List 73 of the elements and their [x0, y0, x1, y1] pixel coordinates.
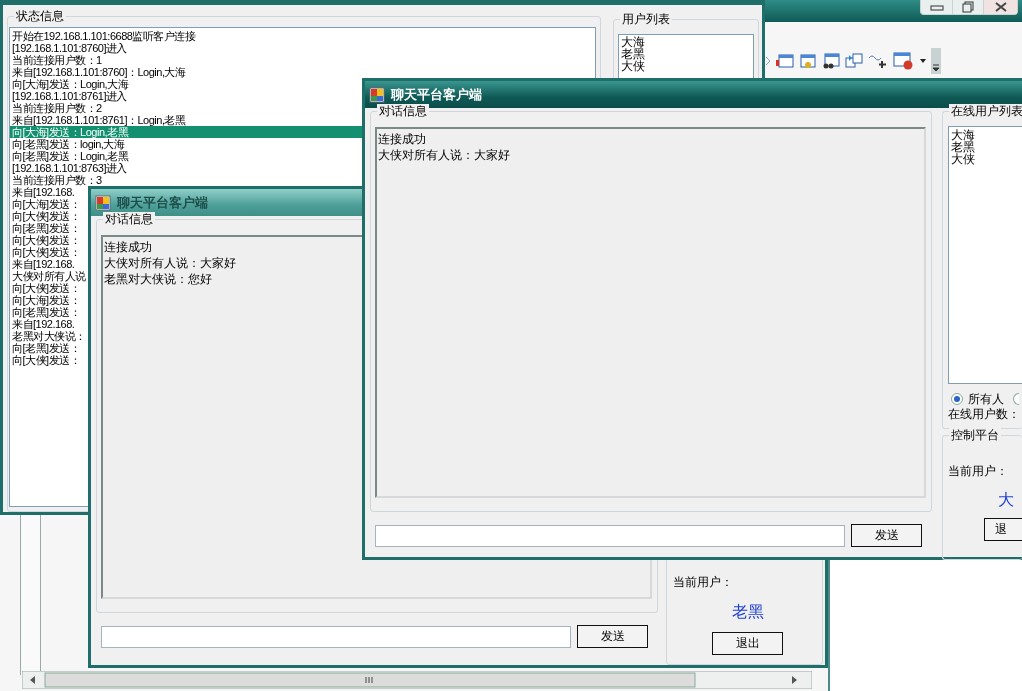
app-icon — [369, 86, 385, 103]
horizontal-scrollbar[interactable] — [22, 671, 812, 689]
caret-icon[interactable] — [920, 59, 926, 63]
overflow-icon[interactable] — [931, 48, 941, 74]
log-line[interactable]: 来自[192.168.1.101:8760]：Login,大海 — [10, 66, 186, 78]
log-line[interactable]: 向[大侠]发送： — [10, 282, 81, 294]
log-line[interactable]: 向[大海]发送： — [10, 198, 81, 210]
user-list-item[interactable]: 老黑 — [949, 141, 1022, 153]
log-line[interactable]: 向[老黑]发送：Login,老黑 — [10, 150, 129, 162]
log-line[interactable]: 向[大海]发送： — [10, 294, 81, 306]
log-line[interactable]: 当前连接用户数：1 — [10, 54, 102, 66]
log-line[interactable]: 向[大侠]发送： — [10, 210, 81, 222]
log-line[interactable]: 当前连接用户数：3 — [10, 174, 102, 186]
log-line[interactable]: [192.168.1.101:8760]进入 — [10, 42, 127, 54]
chat-message: 老黑对大侠说：您好 — [104, 271, 213, 287]
current-user-label: 当前用户： — [948, 464, 1009, 479]
window-title: 聊天平台客户端 — [391, 86, 482, 103]
exit-button[interactable]: 退 — [984, 517, 1022, 541]
windows-icon[interactable] — [845, 53, 863, 69]
log-line[interactable]: [192.168.1.101:8763]进入 — [10, 162, 127, 174]
log-line[interactable]: 当前连接用户数：2 — [10, 102, 102, 114]
group-title: 对话信息 — [377, 104, 429, 118]
user-list-item[interactable]: 大海 — [619, 36, 753, 48]
current-user-label: 当前用户： — [673, 575, 733, 590]
radio-button[interactable] — [1013, 393, 1019, 406]
user-list-item[interactable]: 大海 — [949, 129, 1022, 141]
wave-plus-icon[interactable] — [868, 53, 888, 69]
chat-message: 大侠对所有人说：大家好 — [378, 147, 511, 163]
chat-message: 大侠对所有人说：大家好 — [104, 255, 237, 271]
log-line[interactable]: 来自[192.168.1.101:8761]：Login,老黑 — [10, 114, 186, 126]
radio-button[interactable] — [951, 393, 963, 406]
user-list-item[interactable]: 大侠 — [619, 60, 753, 72]
log-line[interactable]: 大侠对所有人说 — [10, 270, 86, 282]
chevron-icon — [765, 56, 771, 66]
log-line[interactable]: 向[大侠]发送： — [10, 234, 81, 246]
group-title: 对话信息 — [103, 212, 155, 226]
log-line[interactable]: 老黑对大侠说： — [10, 330, 86, 342]
close-button[interactable] — [983, 0, 1017, 14]
current-user-name: 老黑 — [731, 601, 764, 621]
group-title: 控制平台 — [949, 428, 1001, 442]
radio-label[interactable]: 所有人 — [968, 392, 1004, 407]
exit-button[interactable]: 退出 — [712, 632, 783, 655]
window-title: 聊天平台客户端 — [117, 194, 208, 211]
group-title: 状态信息 — [14, 9, 66, 23]
user-list-item[interactable]: 大侠 — [949, 153, 1022, 165]
user-list-item[interactable]: 老黑 — [619, 48, 753, 60]
window-icon[interactable] — [822, 53, 840, 69]
record-window-icon[interactable] — [893, 52, 915, 70]
log-line[interactable]: 来自[192.168. — [10, 186, 75, 198]
log-line[interactable]: 向[老黑]发送： — [10, 342, 81, 354]
online-count-label: 在线用户数： — [948, 407, 1021, 422]
log-line[interactable]: 向[老黑]发送：login,大海 — [10, 138, 125, 150]
minimize-icon — [929, 3, 944, 11]
message-input[interactable] — [375, 524, 845, 547]
log-line[interactable]: 向[大海]发送：Login,大海 — [10, 78, 129, 90]
log-line[interactable]: 来自[192.168. — [10, 318, 75, 330]
send-button[interactable]: 发送 — [577, 625, 648, 648]
log-line[interactable]: 向[老黑]发送： — [10, 306, 81, 318]
chat-message: 连接成功 — [378, 131, 427, 147]
log-line[interactable]: 开始在192.168.1.101:6688监听客户连接 — [10, 30, 196, 42]
chat-message: 连接成功 — [104, 239, 153, 255]
log-line[interactable]: 向[老黑]发送： — [10, 222, 81, 234]
app-icon — [95, 194, 111, 211]
log-line[interactable]: 向[大侠]发送： — [10, 246, 81, 258]
group-title: 在线用户列表 — [949, 104, 1022, 118]
log-line[interactable]: 向[大侠]发送： — [10, 354, 81, 366]
log-line[interactable]: 来自[192.168. — [10, 258, 75, 270]
close-icon — [994, 2, 1007, 12]
current-user-name: 大 — [998, 490, 1015, 510]
log-line[interactable]: [192.168.1.101:8761]进入 — [10, 90, 127, 102]
send-button[interactable]: 发送 — [851, 524, 922, 547]
group-title: 用户列表 — [620, 12, 672, 26]
message-input[interactable] — [101, 625, 571, 648]
